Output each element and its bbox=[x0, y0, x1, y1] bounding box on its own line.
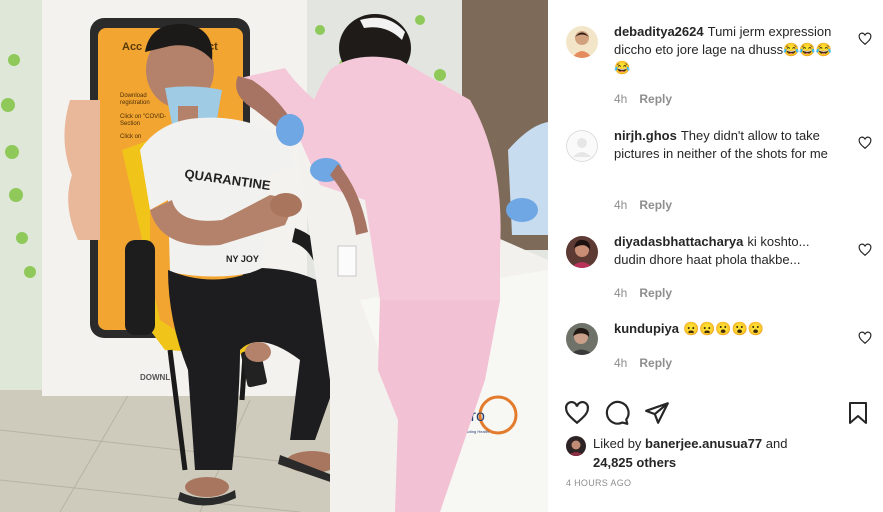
reply-button[interactable]: Reply bbox=[639, 198, 672, 212]
post-photo-illustration: Acc ct Download registration Click on "C… bbox=[0, 0, 548, 512]
comment-text-block: debaditya2624 Tumi jerm expression diccho… bbox=[614, 23, 836, 77]
poster-bottom-text: DOWNL bbox=[140, 373, 170, 382]
comment-like-heart-icon[interactable] bbox=[858, 331, 872, 345]
tshirt-print-2: NY JOY bbox=[226, 254, 259, 264]
post-action-bar bbox=[564, 400, 870, 426]
bookmark-icon[interactable] bbox=[846, 400, 870, 426]
comment-text-block: nirjh.ghos They didn't allow to take pict… bbox=[614, 127, 836, 163]
comment-text-block: diyadasbhattacharya ki koshto... dudin dh… bbox=[614, 233, 836, 269]
liker-avatar[interactable] bbox=[566, 436, 586, 456]
poster-line-3: Click on "COVID- bbox=[120, 114, 166, 120]
comment-item: debaditya2624 Tumi jerm expression diccho… bbox=[566, 23, 872, 116]
poster-line-4: Section bbox=[120, 121, 140, 127]
likes-conjunction: and bbox=[765, 436, 788, 451]
comment-meta: 4h Reply bbox=[614, 286, 684, 300]
heart-icon[interactable] bbox=[564, 400, 590, 426]
poster-line-2: registration bbox=[120, 100, 150, 106]
reply-button[interactable]: Reply bbox=[639, 356, 672, 370]
poster-line-5: Click on bbox=[120, 134, 141, 140]
avatar[interactable] bbox=[566, 323, 598, 355]
comment-time[interactable]: 4h bbox=[614, 356, 627, 370]
post-photo[interactable]: Acc ct Download registration Click on "C… bbox=[0, 0, 548, 512]
comment-like-heart-icon[interactable] bbox=[858, 136, 872, 150]
comment-time[interactable]: 4h bbox=[614, 198, 627, 212]
reply-button[interactable]: Reply bbox=[639, 286, 672, 300]
poster-line-1: Download bbox=[120, 93, 147, 99]
comment-item: kundupiya 😦😦😮😮😮 4h Reply bbox=[566, 320, 872, 373]
comment-meta: 4h Reply bbox=[614, 198, 684, 212]
poster-heading: Acc bbox=[122, 41, 142, 53]
comment-username[interactable]: nirjh.ghos bbox=[614, 128, 677, 143]
paper-plane-icon[interactable] bbox=[644, 400, 670, 426]
comment-username[interactable]: debaditya2624 bbox=[614, 24, 704, 39]
avatar[interactable] bbox=[566, 26, 598, 58]
likes-summary: Liked by banerjee.anusua77 and 24,825 ot… bbox=[566, 432, 866, 472]
comments-panel: debaditya2624 Tumi jerm expression diccho… bbox=[548, 0, 883, 512]
comment-time[interactable]: 4h bbox=[614, 92, 627, 106]
comment-text-block: kundupiya 😦😦😮😮😮 bbox=[614, 320, 836, 338]
comment-body: 😦😦😮😮😮 bbox=[683, 321, 764, 336]
avatar[interactable] bbox=[566, 130, 598, 162]
liker-username[interactable]: banerjee.anusua77 bbox=[645, 436, 762, 451]
comment-meta: 4h Reply bbox=[614, 92, 684, 106]
comment-icon[interactable] bbox=[604, 400, 630, 426]
post-timestamp[interactable]: 4 HOURS AGO bbox=[566, 478, 631, 488]
avatar[interactable] bbox=[566, 236, 598, 268]
comment-time[interactable]: 4h bbox=[614, 286, 627, 300]
likes-prefix: Liked by bbox=[593, 436, 642, 451]
comment-username[interactable]: diyadasbhattacharya bbox=[614, 234, 743, 249]
comment-like-heart-icon[interactable] bbox=[858, 32, 872, 46]
likes-count[interactable]: 24,825 others bbox=[593, 455, 676, 470]
comment-item: diyadasbhattacharya ki koshto... dudin dh… bbox=[566, 233, 872, 306]
comment-item: nirjh.ghos They didn't allow to take pict… bbox=[566, 127, 872, 220]
comment-username[interactable]: kundupiya bbox=[614, 321, 679, 336]
comment-like-heart-icon[interactable] bbox=[858, 243, 872, 257]
comment-meta: 4h Reply bbox=[614, 356, 684, 370]
reply-button[interactable]: Reply bbox=[639, 92, 672, 106]
likes-text: Liked by banerjee.anusua77 and 24,825 ot… bbox=[593, 434, 853, 472]
